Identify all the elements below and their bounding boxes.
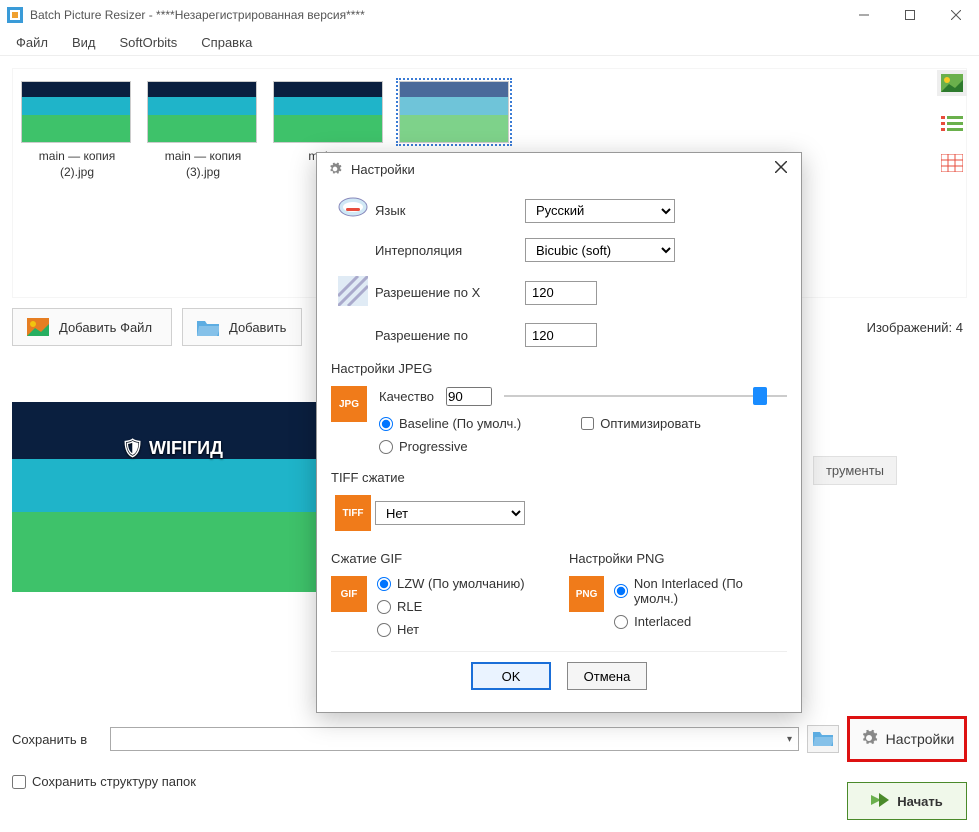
play-icon: [871, 793, 889, 810]
thumbnail-caption: main — копия (2).jpg: [21, 149, 133, 180]
titlebar: Batch Picture Resizer - ****Незарегистри…: [0, 0, 979, 30]
view-toggles: [937, 70, 967, 176]
minimize-button[interactable]: [841, 0, 887, 30]
cancel-button[interactable]: Отмена: [567, 662, 647, 690]
menu-help[interactable]: Справка: [189, 31, 264, 54]
add-file-label: Добавить Файл: [59, 320, 152, 335]
dialog-close-button[interactable]: [771, 160, 791, 178]
browse-folder-button[interactable]: [807, 725, 839, 753]
thumbnail-image: [273, 81, 383, 143]
png-section-label: Настройки PNG: [569, 551, 787, 566]
thumbnail-item[interactable]: main — копия (3).jpg: [147, 81, 259, 285]
gif-rle-radio[interactable]: RLE: [377, 599, 525, 614]
quality-value: [446, 387, 492, 406]
start-label: Начать: [897, 794, 942, 809]
gif-none-radio[interactable]: Нет: [377, 622, 525, 637]
resolution-x-label: Разрешение по X: [375, 285, 525, 300]
save-in-label: Сохранить в: [12, 732, 102, 747]
resolution-x-input[interactable]: [525, 281, 597, 305]
tiff-compression-select[interactable]: Нет: [375, 501, 525, 525]
image-count-label: Изображений: 4: [867, 320, 967, 335]
gear-icon: [327, 161, 343, 177]
keep-structure-checkbox[interactable]: Сохранить структуру папок: [12, 774, 196, 789]
language-label: Язык: [375, 203, 525, 218]
gif-lzw-radio[interactable]: LZW (По умолчанию): [377, 576, 525, 591]
image-icon: [27, 316, 49, 338]
interpolation-label: Интерполяция: [375, 243, 525, 258]
png-badge-icon: PNG: [569, 576, 604, 612]
resolution-y-input[interactable]: [525, 323, 597, 347]
folder-icon: [197, 316, 219, 338]
tiff-section-label: TIFF сжатие: [331, 470, 787, 485]
preview-image: 🛡 WIFIГИД: [12, 402, 332, 592]
view-grid-icon[interactable]: [937, 150, 967, 176]
settings-label: Настройки: [886, 731, 955, 747]
baseline-radio[interactable]: Baseline (По умолч.): [379, 416, 521, 431]
jpeg-section-label: Настройки JPEG: [331, 361, 787, 376]
add-folder-button[interactable]: Добавить: [182, 308, 302, 346]
window-title: Batch Picture Resizer - ****Незарегистри…: [30, 8, 365, 22]
thumbnail-caption: main — копия (3).jpg: [147, 149, 259, 180]
language-select[interactable]: Русский: [525, 199, 675, 223]
ok-button[interactable]: OK: [471, 662, 551, 690]
dialog-title: Настройки: [351, 162, 415, 177]
quality-label: Качество: [379, 389, 434, 404]
resolution-y-label: Разрешение по: [375, 328, 525, 343]
tab-instruments[interactable]: трументы: [813, 456, 897, 485]
language-icon: [338, 197, 368, 224]
start-button[interactable]: Начать: [847, 782, 967, 820]
thumbnail-image: [21, 81, 131, 143]
save-row: Сохранить в Настройки: [12, 716, 967, 762]
gif-badge-icon: GIF: [331, 576, 367, 612]
maximize-button[interactable]: [887, 0, 933, 30]
quality-slider[interactable]: [504, 386, 787, 406]
gif-section-label: Сжатие GIF: [331, 551, 549, 566]
menu-softorbits[interactable]: SoftOrbits: [108, 31, 190, 54]
settings-button[interactable]: Настройки: [847, 716, 967, 762]
tiff-badge-icon: TIFF: [335, 495, 371, 531]
keep-structure-label: Сохранить структуру папок: [32, 774, 196, 789]
optimize-checkbox[interactable]: Оптимизировать: [581, 416, 701, 431]
view-list-icon[interactable]: [937, 110, 967, 136]
app-logo-icon: [6, 6, 24, 24]
keep-structure-input[interactable]: [12, 775, 26, 789]
thumbnail-item[interactable]: main — копия (2).jpg: [21, 81, 133, 285]
png-noninterlaced-radio[interactable]: Non Interlaced (По умолч.): [614, 576, 787, 606]
menu-view[interactable]: Вид: [60, 31, 108, 54]
gear-icon: [860, 729, 878, 750]
menubar: Файл Вид SoftOrbits Справка: [0, 30, 979, 56]
bottom-panel: Сохранить в Настройки Сохранить структур…: [12, 716, 967, 820]
png-interlaced-radio[interactable]: Interlaced: [614, 614, 787, 629]
settings-dialog: Настройки Язык Русский Интерполяция Bicu…: [316, 152, 802, 713]
add-folder-label: Добавить: [229, 320, 286, 335]
slider-thumb-icon[interactable]: [753, 387, 767, 405]
menu-file[interactable]: Файл: [4, 31, 60, 54]
interpolation-select[interactable]: Bicubic (soft): [525, 238, 675, 262]
add-file-button[interactable]: Добавить Файл: [12, 308, 172, 346]
jpg-badge-icon: JPG: [331, 386, 367, 422]
view-thumbnails-icon[interactable]: [937, 70, 967, 96]
dialog-titlebar: Настройки: [317, 153, 801, 185]
close-button[interactable]: [933, 0, 979, 30]
resolution-icon: [338, 276, 368, 309]
folder-open-icon: [813, 730, 833, 749]
preview-logo-text: 🛡 WIFIГИД: [121, 438, 223, 459]
save-path-combo[interactable]: [110, 727, 799, 751]
thumbnail-image: [147, 81, 257, 143]
progressive-radio[interactable]: Progressive: [379, 439, 521, 454]
thumbnail-image: [399, 81, 509, 143]
